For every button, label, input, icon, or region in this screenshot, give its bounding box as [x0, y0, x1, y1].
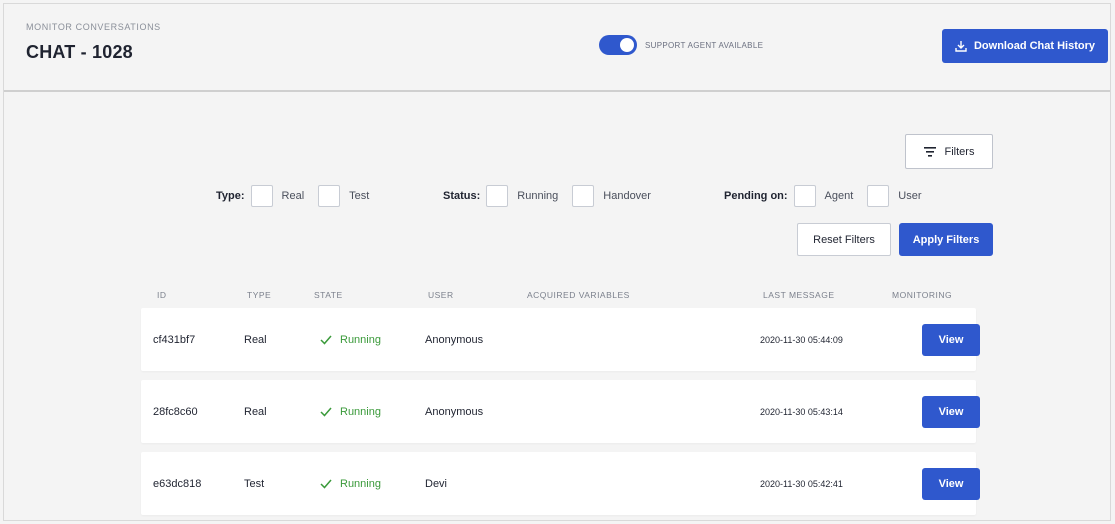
column-header-monitoring: MONITORING — [892, 290, 953, 300]
view-button[interactable]: View — [922, 324, 980, 356]
pending-user-checkbox[interactable] — [867, 185, 890, 207]
page-title: CHAT - 1028 — [26, 42, 133, 62]
pending-agent-option: Agent — [824, 190, 854, 202]
row-last-message: 2020-11-30 05:44:09 — [760, 334, 843, 345]
toggle-knob — [620, 38, 634, 52]
type-test-checkbox[interactable] — [318, 185, 341, 207]
filter-lines-icon — [923, 146, 936, 157]
type-test-option: Test — [349, 190, 370, 202]
column-header-last-message: LAST MESSAGE — [763, 290, 835, 300]
column-header-state: STATE — [314, 290, 343, 300]
column-header-acquired-variables: ACQUIRED VARIABLES — [527, 290, 630, 300]
type-filter-group: Type: Real Test — [216, 184, 383, 208]
table-header: ID TYPE STATE USER ACQUIRED VARIABLES LA… — [141, 290, 976, 304]
row-state-label: Running — [340, 405, 381, 418]
check-icon — [320, 335, 332, 345]
download-button-label: Download Chat History — [973, 40, 1095, 52]
section-eyebrow: MONITOR CONVERSATIONS — [26, 22, 161, 32]
column-header-user: USER — [428, 290, 454, 300]
toggle-label: SUPPORT AGENT AVAILABLE — [645, 40, 764, 50]
row-user: Anonymous — [425, 405, 484, 418]
type-filter-label: Type: — [216, 190, 245, 202]
download-icon — [955, 41, 967, 52]
row-last-message: 2020-11-30 05:43:14 — [760, 406, 843, 417]
column-header-type: TYPE — [247, 290, 272, 300]
status-running-checkbox[interactable] — [486, 185, 509, 207]
check-icon — [320, 407, 332, 417]
filters-button-label: Filters — [944, 145, 975, 158]
status-handover-option: Handover — [603, 190, 651, 202]
row-type: Real — [244, 405, 267, 418]
view-button[interactable]: View — [922, 468, 980, 500]
column-header-id: ID — [157, 290, 167, 300]
status-handover-checkbox[interactable] — [572, 185, 595, 207]
table-row: 28fc8c60 Real Running Anonymous 2020-11-… — [141, 380, 980, 443]
page-header: MONITOR CONVERSATIONS CHAT - 1028 SUPPOR… — [4, 4, 1110, 92]
row-type: Real — [244, 333, 267, 346]
row-id: e63dc818 — [153, 477, 202, 490]
row-id: 28fc8c60 — [153, 405, 198, 418]
agent-availability-toggle[interactable] — [599, 35, 637, 55]
row-state-label: Running — [340, 333, 381, 346]
row-type: Test — [244, 477, 265, 490]
apply-filters-button[interactable]: Apply Filters — [899, 223, 993, 256]
type-real-checkbox[interactable] — [250, 185, 273, 207]
row-last-message: 2020-11-30 05:42:41 — [760, 478, 843, 489]
pending-filter-label: Pending on: — [724, 190, 788, 202]
row-state-label: Running — [340, 477, 381, 490]
view-button[interactable]: View — [922, 396, 980, 428]
row-user: Devi — [425, 477, 448, 490]
download-chat-history-button[interactable]: Download Chat History — [942, 29, 1108, 63]
type-real-option: Real — [281, 190, 305, 202]
row-id: cf431bf7 — [153, 333, 196, 346]
filters-button[interactable]: Filters — [905, 134, 993, 169]
pending-agent-checkbox[interactable] — [793, 185, 816, 207]
row-user: Anonymous — [425, 333, 484, 346]
agent-availability-toggle-group: SUPPORT AGENT AVAILABLE — [599, 35, 763, 55]
table-row: cf431bf7 Real Running Anonymous 2020-11-… — [141, 308, 980, 371]
pending-user-option: User — [898, 190, 922, 202]
filter-row: Type: Real Test Status: Running Handover… — [4, 184, 1110, 208]
row-state: Running — [320, 452, 381, 515]
app-frame: MONITOR CONVERSATIONS CHAT - 1028 SUPPOR… — [3, 3, 1111, 521]
row-state: Running — [320, 308, 381, 371]
status-filter-label: Status: — [443, 190, 481, 202]
check-icon — [320, 479, 332, 489]
reset-filters-button[interactable]: Reset Filters — [797, 223, 891, 256]
status-filter-group: Status: Running Handover — [443, 184, 665, 208]
table-row: e63dc818 Test Running Devi 2020-11-30 05… — [141, 452, 980, 515]
pending-filter-group: Pending on: Agent User — [724, 184, 936, 208]
row-state: Running — [320, 380, 381, 443]
status-running-option: Running — [517, 190, 559, 202]
